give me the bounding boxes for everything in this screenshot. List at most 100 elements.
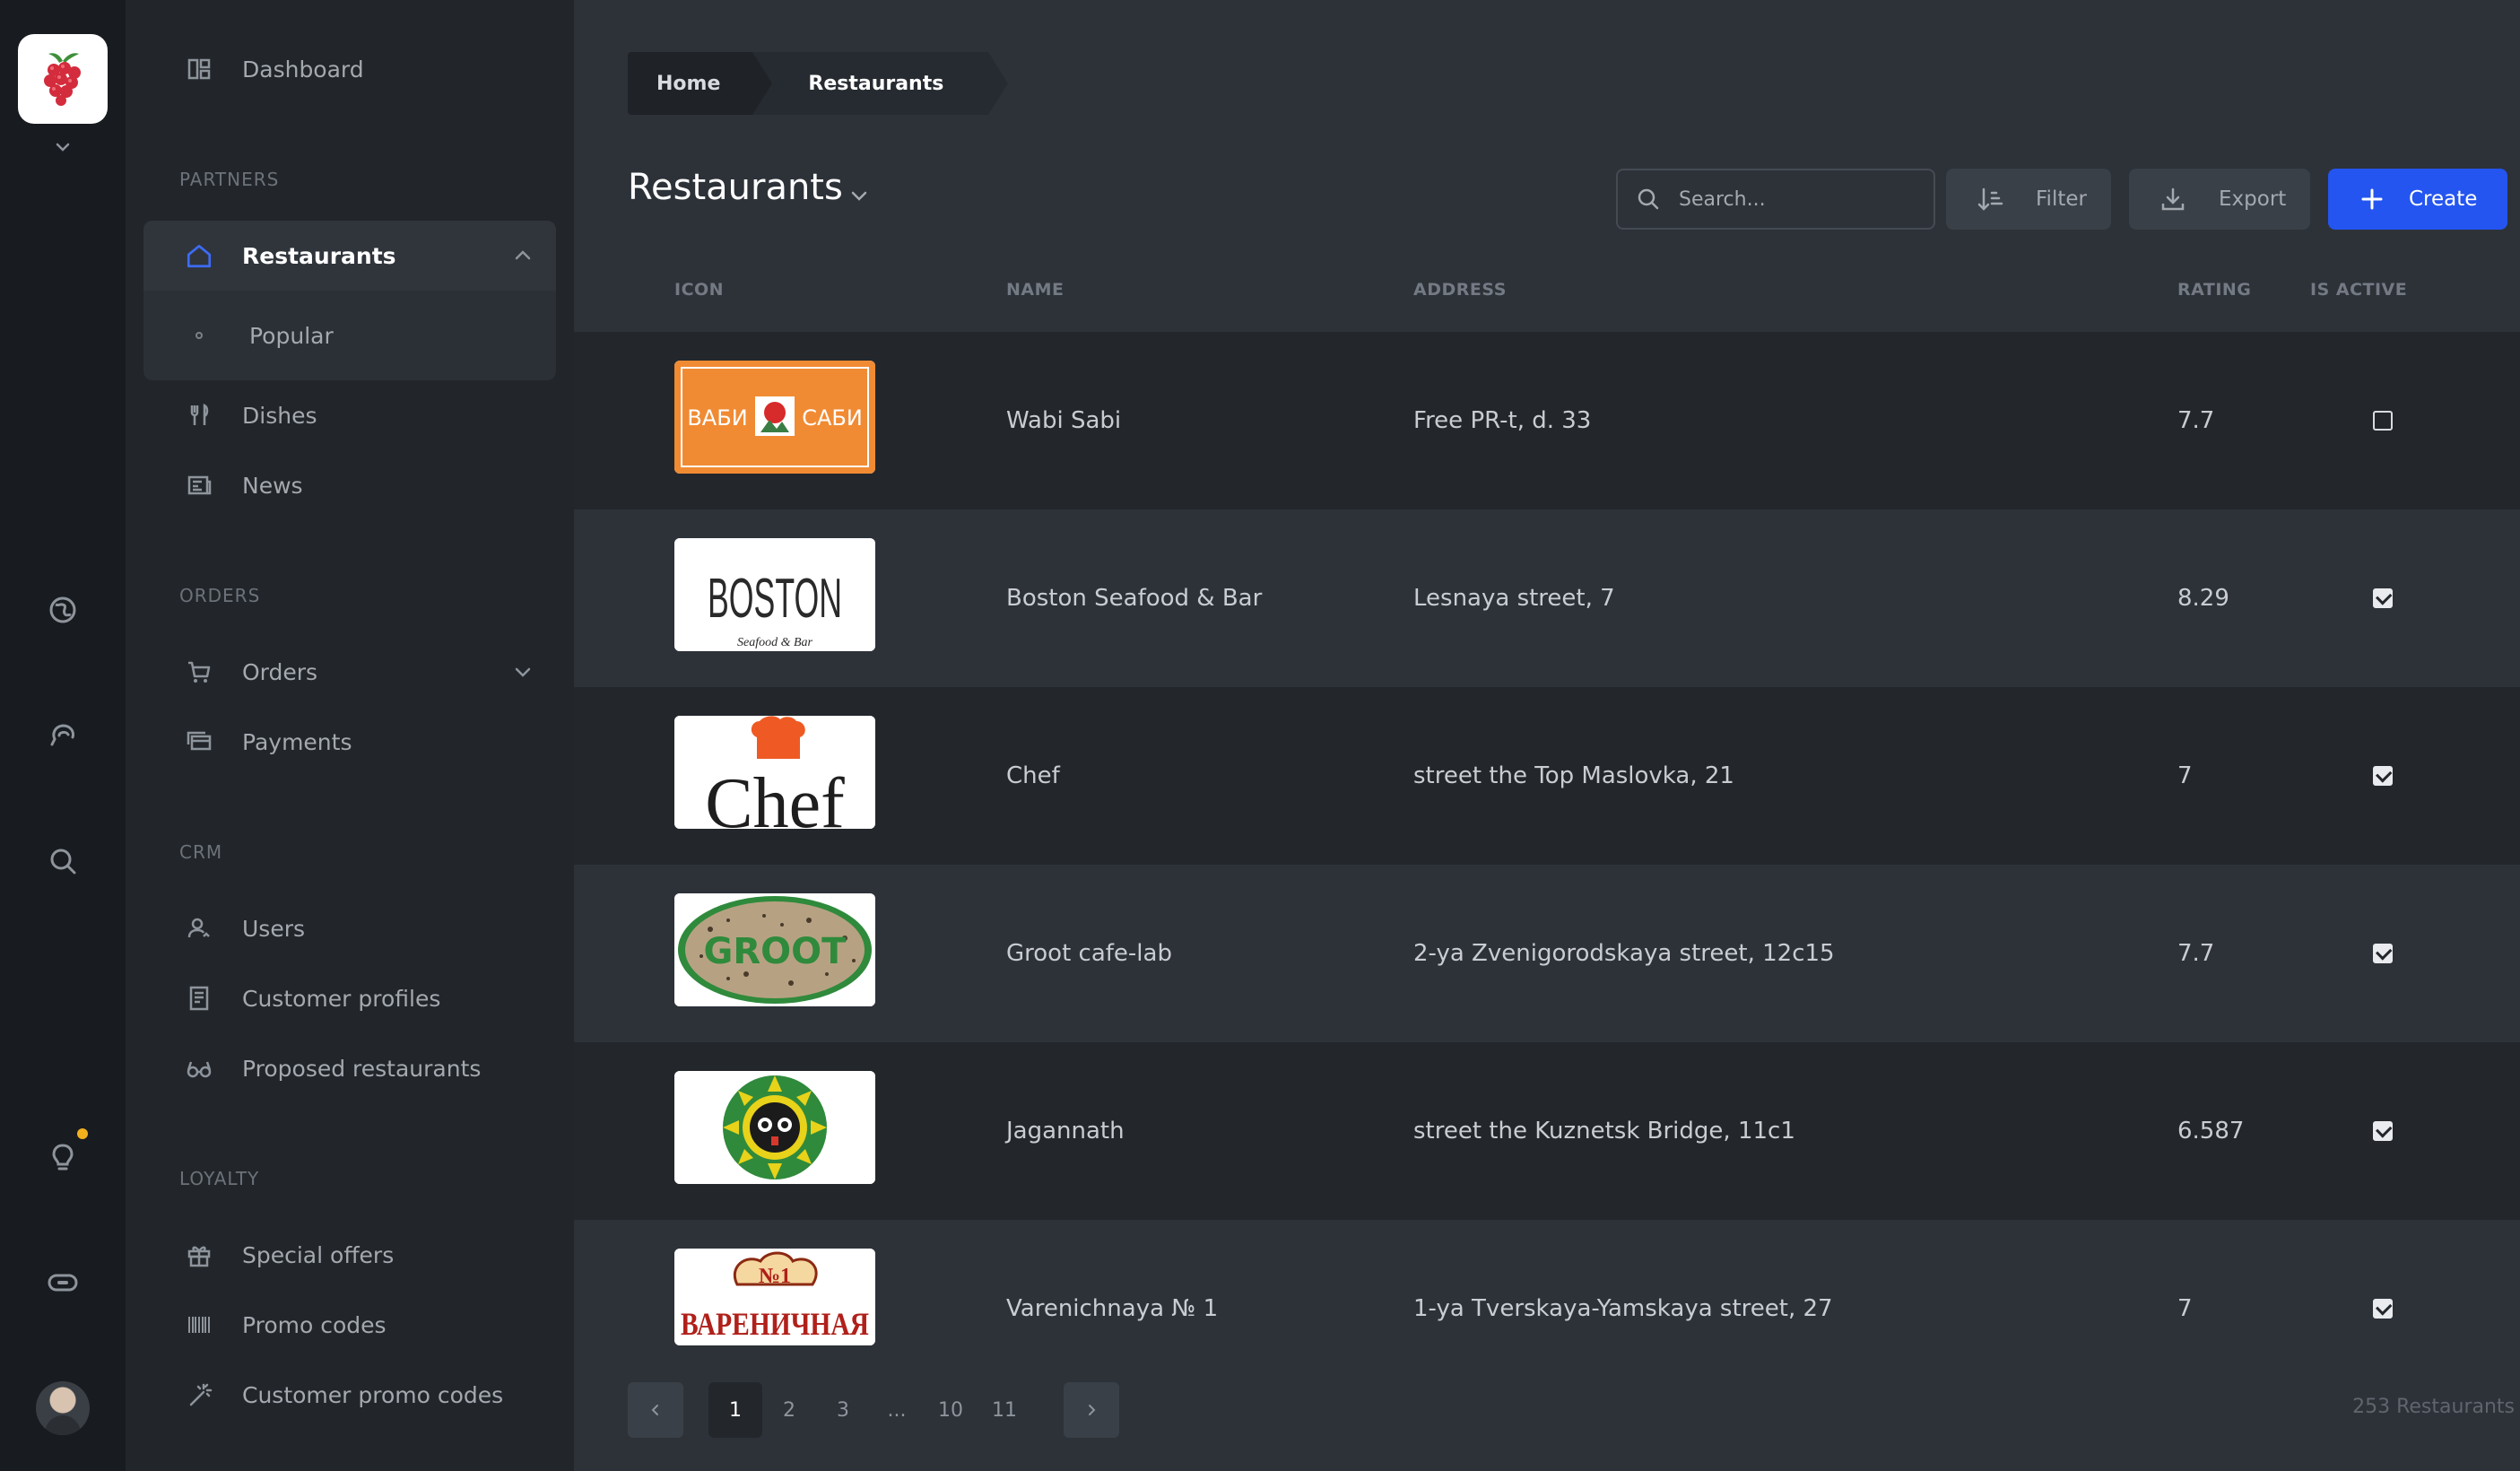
restaurant-name: Wabi Sabi <box>1006 407 1122 434</box>
restaurant-rating: 6.587 <box>2177 1118 2245 1145</box>
globe-icon[interactable] <box>45 592 81 628</box>
sidebar-item-promo-codes[interactable]: Promo codes <box>143 1290 556 1360</box>
chevron-up-icon[interactable] <box>511 244 534 267</box>
restaurants-group: Restaurants Popular <box>143 221 556 380</box>
column-header-name[interactable]: NAME <box>1006 280 1064 300</box>
restaurant-logo: ВАБИ САБИ <box>674 361 875 474</box>
column-header-address[interactable]: ADDRESS <box>1413 280 1507 300</box>
table-row[interactable]: GROOT Groot cafe-lab 2-ya Zvenigorodskay… <box>574 865 2520 1042</box>
column-header-is-active[interactable]: IS ACTIVE <box>2310 280 2407 300</box>
section-title-crm: CRM <box>179 841 223 863</box>
svg-text:№1: №1 <box>759 1265 791 1288</box>
column-header-icon[interactable]: ICON <box>674 280 724 300</box>
page-button[interactable]: 1 <box>708 1382 762 1438</box>
breadcrumb-home[interactable]: Home <box>628 52 773 115</box>
toggle-icon[interactable] <box>45 1265 81 1301</box>
sidebar-item-label: Customer promo codes <box>242 1381 504 1408</box>
is-active-checkbox[interactable] <box>2373 766 2393 786</box>
sidebar-item-label: Restaurants <box>242 242 396 269</box>
sidebar-item-users[interactable]: Users <box>143 893 556 963</box>
sidebar-item-dashboard[interactable]: Dashboard <box>143 34 556 104</box>
chevron-down-icon[interactable] <box>511 660 534 683</box>
is-active-checkbox[interactable] <box>2373 411 2393 431</box>
table-row[interactable]: ВАБИ САБИ Wabi Sabi Free PR-t, d. 33 7.7 <box>574 332 2520 509</box>
restaurant-logo: №1 ВАРЕНИЧНАЯ <box>674 1249 875 1345</box>
restaurant-name: Groot cafe-lab <box>1006 940 1172 967</box>
table-row[interactable]: Jagannath street the Kuznetsk Bridge, 11… <box>574 1042 2520 1220</box>
restaurant-rating: 7 <box>2177 762 2193 789</box>
restaurant-name: Boston Seafood & Bar <box>1006 585 1263 612</box>
sidebar-item-label: Dishes <box>242 402 317 429</box>
sidebar-item-payments[interactable]: Payments <box>143 707 556 777</box>
search-icon[interactable] <box>45 843 81 879</box>
is-active-checkbox[interactable] <box>2373 1121 2393 1141</box>
prev-page-button[interactable] <box>628 1382 683 1438</box>
sidebar-item-label: Users <box>242 915 306 942</box>
sidebar-item-popular[interactable]: Popular <box>143 307 556 364</box>
page-button[interactable]: 11 <box>978 1382 1031 1438</box>
app-logo[interactable] <box>18 34 108 124</box>
page-button[interactable]: 3 <box>816 1382 870 1438</box>
search-input[interactable] <box>1679 187 1912 211</box>
table-row[interactable]: Chef Chef street the Top Maslovka, 21 7 <box>574 687 2520 865</box>
sidebar-item-dishes[interactable]: Dishes <box>143 380 556 450</box>
sidebar-item-customer-promo-codes[interactable]: Customer promo codes <box>143 1360 556 1430</box>
search-box[interactable] <box>1616 169 1935 230</box>
home-icon <box>185 241 213 270</box>
download-icon <box>2161 187 2185 211</box>
create-button[interactable]: Create <box>2328 169 2507 230</box>
svg-text:САБИ: САБИ <box>802 405 863 431</box>
total-count: 253 Restaurants <box>2352 1396 2515 1418</box>
sidebar-item-customer-profiles[interactable]: Customer profiles <box>143 963 556 1033</box>
sidebar-item-label: News <box>242 472 303 499</box>
chevron-right-icon <box>1089 1405 1096 1415</box>
restaurant-name: Jagannath <box>1006 1118 1125 1145</box>
sidebar-item-label: Popular <box>249 322 334 349</box>
section-title-orders: ORDERS <box>179 585 261 606</box>
news-icon <box>185 471 213 500</box>
barcode-icon <box>185 1310 213 1339</box>
table-row[interactable]: №1 ВАРЕНИЧНАЯ Varenichnaya № 1 1-ya Tver… <box>574 1220 2520 1353</box>
is-active-checkbox[interactable] <box>2373 588 2393 608</box>
restaurant-address: 1-ya Tverskaya-Yamskaya street, 27 <box>1413 1295 1833 1322</box>
utensils-icon <box>185 401 213 430</box>
sidebar-item-label: Orders <box>242 658 318 685</box>
sidebar-item-special-offers[interactable]: Special offers <box>143 1220 556 1290</box>
payments-icon <box>185 727 213 756</box>
search-icon <box>1638 188 1659 210</box>
plus-icon <box>2361 188 2383 210</box>
sidebar-item-label: Special offers <box>242 1241 395 1268</box>
page-button[interactable]: 2 <box>762 1382 816 1438</box>
glasses-icon <box>185 1054 213 1083</box>
lightbulb-icon[interactable] <box>45 1139 81 1175</box>
sidebar-item-label: Proposed restaurants <box>242 1055 482 1082</box>
chevron-down-icon[interactable] <box>52 136 74 158</box>
column-header-rating[interactable]: RATING <box>2177 280 2251 300</box>
filter-button[interactable]: Filter <box>1946 169 2111 230</box>
page-button[interactable]: 10 <box>924 1382 978 1438</box>
is-active-checkbox[interactable] <box>2373 1299 2393 1319</box>
section-title-partners: PARTNERS <box>179 169 280 190</box>
restaurant-address: street the Top Maslovka, 21 <box>1413 762 1734 789</box>
sidebar-item-restaurants[interactable]: Restaurants <box>143 221 556 291</box>
bullet-icon <box>196 332 203 339</box>
chevron-down-icon[interactable] <box>847 183 872 208</box>
sidebar-item-proposed-restaurants[interactable]: Proposed restaurants <box>143 1033 556 1103</box>
profile-card-icon <box>185 984 213 1013</box>
export-label: Export <box>2219 187 2287 211</box>
gift-icon <box>185 1240 213 1269</box>
table-row[interactable]: BOSTON Seafood & Bar Boston Seafood & Ba… <box>574 509 2520 687</box>
sidebar: Dashboard PARTNERS Restaurants Popular D… <box>126 0 574 1471</box>
page-title: Restaurants <box>628 167 843 208</box>
user-avatar[interactable] <box>36 1381 90 1435</box>
restaurant-logo <box>674 1071 875 1184</box>
next-page-button[interactable] <box>1064 1382 1119 1438</box>
restaurant-name: Varenichnaya № 1 <box>1006 1295 1219 1322</box>
sidebar-item-orders[interactable]: Orders <box>143 637 556 707</box>
svg-text:ВАРЕНИЧНАЯ: ВАРЕНИЧНАЯ <box>681 1306 869 1342</box>
sidebar-item-news[interactable]: News <box>143 450 556 520</box>
export-button[interactable]: Export <box>2129 169 2310 230</box>
sidebar-item-label: Payments <box>242 728 352 755</box>
is-active-checkbox[interactable] <box>2373 944 2393 963</box>
chat-icon[interactable] <box>45 718 81 753</box>
